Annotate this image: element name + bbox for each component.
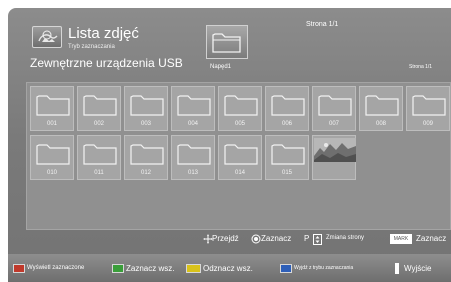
exit-key-icon: [395, 262, 399, 274]
folder-tile[interactable]: 003: [124, 86, 168, 131]
folder-tile[interactable]: 011: [77, 135, 121, 180]
folder-icon: [412, 95, 446, 116]
folder-grid: 001 002 003 004 005 006 007 008 009 010 011 012 013 0…: [26, 82, 451, 230]
folder-tile[interactable]: 012: [124, 135, 168, 180]
show-marked-label: Wyświetl zaznaczone: [27, 265, 85, 271]
folder-number: 001: [46, 121, 57, 127]
folder-number: 011: [94, 170, 104, 176]
exit-mark-mode-button[interactable]: Wyjdź z trybu zaznaczania: [280, 262, 353, 274]
photo-list-icon: [32, 26, 62, 48]
folder-number: 006: [281, 121, 292, 127]
folder-number: 003: [140, 121, 151, 127]
blue-key-icon: [280, 263, 292, 273]
exit-mark-mode-label: Wyjdź z trybu zaznaczania: [294, 265, 354, 271]
hint-mark: Zaznacz: [416, 234, 447, 243]
source-label: Zewnętrzne urządzenia USB: [30, 56, 183, 70]
folder-icon: [177, 95, 211, 116]
folder-icon: [177, 144, 211, 165]
folder-icon: [130, 95, 164, 116]
folder-tile[interactable]: 007: [312, 86, 356, 131]
folder-icon: [318, 95, 352, 116]
folder-tile[interactable]: 010: [30, 135, 74, 180]
folder-tile[interactable]: 001: [30, 86, 74, 131]
folder-number: 007: [328, 121, 339, 127]
folder-icon: [271, 144, 305, 165]
folder-tile[interactable]: 013: [171, 135, 215, 180]
folder-number: 004: [187, 121, 198, 127]
hint-p-label: P: [304, 234, 310, 243]
yellow-key-icon: [186, 263, 201, 273]
drive-folder-icon[interactable]: [206, 25, 248, 59]
deselect-all-button[interactable]: Odznacz wsz.: [186, 262, 253, 274]
folder-number: 009: [422, 121, 433, 127]
folder-number: 015: [281, 170, 292, 176]
hint-select: Zaznacz: [261, 234, 292, 243]
exit-label: Wyjście: [404, 263, 432, 273]
mode-subtitle: Tryb zaznaczania: [68, 44, 115, 50]
photo-thumbnail[interactable]: [312, 135, 356, 180]
hint-page-change: Zmiana strony: [326, 235, 365, 241]
folder-number: 012: [140, 170, 151, 176]
mark-key-badge: MARK: [390, 234, 412, 244]
hint-navigate: Przejdź: [212, 234, 239, 243]
deselect-all-label: Odznacz wsz.: [203, 263, 253, 273]
select-all-button[interactable]: Zaznacz wsz.: [112, 262, 174, 274]
folder-icon: [224, 95, 258, 116]
page-indicator-right: Strona 1/1: [409, 64, 433, 70]
folder-tile[interactable]: 014: [218, 135, 262, 180]
folder-number: 014: [234, 170, 245, 176]
page-title: Lista zdjęć: [68, 25, 139, 42]
red-key-icon: [13, 263, 25, 273]
folder-icon: [83, 144, 117, 165]
bottom-bar: Wyświetl zaznaczone Zaznacz wsz. Odznacz…: [8, 254, 451, 282]
header: Lista zdjęć Tryb zaznaczania Zewnętrzne …: [8, 8, 451, 78]
folder-tile[interactable]: 015: [265, 135, 309, 180]
folder-icon: [130, 144, 164, 165]
folder-icon: [83, 95, 117, 116]
folder-icon: [365, 95, 399, 116]
exit-button[interactable]: Wyjście: [394, 262, 431, 274]
page-updown-icon: [313, 234, 322, 247]
page-indicator-top: Strona 1/1: [306, 21, 339, 28]
folder-number: 005: [234, 121, 245, 127]
folder-number: 010: [46, 170, 57, 176]
green-key-icon: [112, 263, 124, 273]
folder-tile[interactable]: 008: [359, 86, 403, 131]
show-marked-button[interactable]: Wyświetl zaznaczone: [13, 262, 84, 274]
folder-tile[interactable]: 005: [218, 86, 262, 131]
photo-list-screen: Lista zdjęć Tryb zaznaczania Zewnętrzne …: [8, 8, 451, 268]
ok-button-icon: [251, 234, 261, 246]
folder-icon: [36, 144, 70, 165]
folder-tile[interactable]: 009: [406, 86, 450, 131]
folder-tile[interactable]: 006: [265, 86, 309, 131]
folder-icon: [271, 95, 305, 116]
drive-label: Napęd1: [210, 64, 232, 70]
folder-tile[interactable]: 002: [77, 86, 121, 131]
folder-number: 008: [375, 121, 386, 127]
folder-tile[interactable]: 004: [171, 86, 215, 131]
select-all-label: Zaznacz wsz.: [126, 263, 175, 273]
folder-number: 013: [187, 170, 198, 176]
folder-icon: [224, 144, 258, 165]
folder-number: 002: [93, 121, 104, 127]
hint-bar: Przejdź Zaznacz P Zmiana strony MARK Zaz…: [0, 234, 451, 248]
folder-icon: [36, 95, 70, 116]
